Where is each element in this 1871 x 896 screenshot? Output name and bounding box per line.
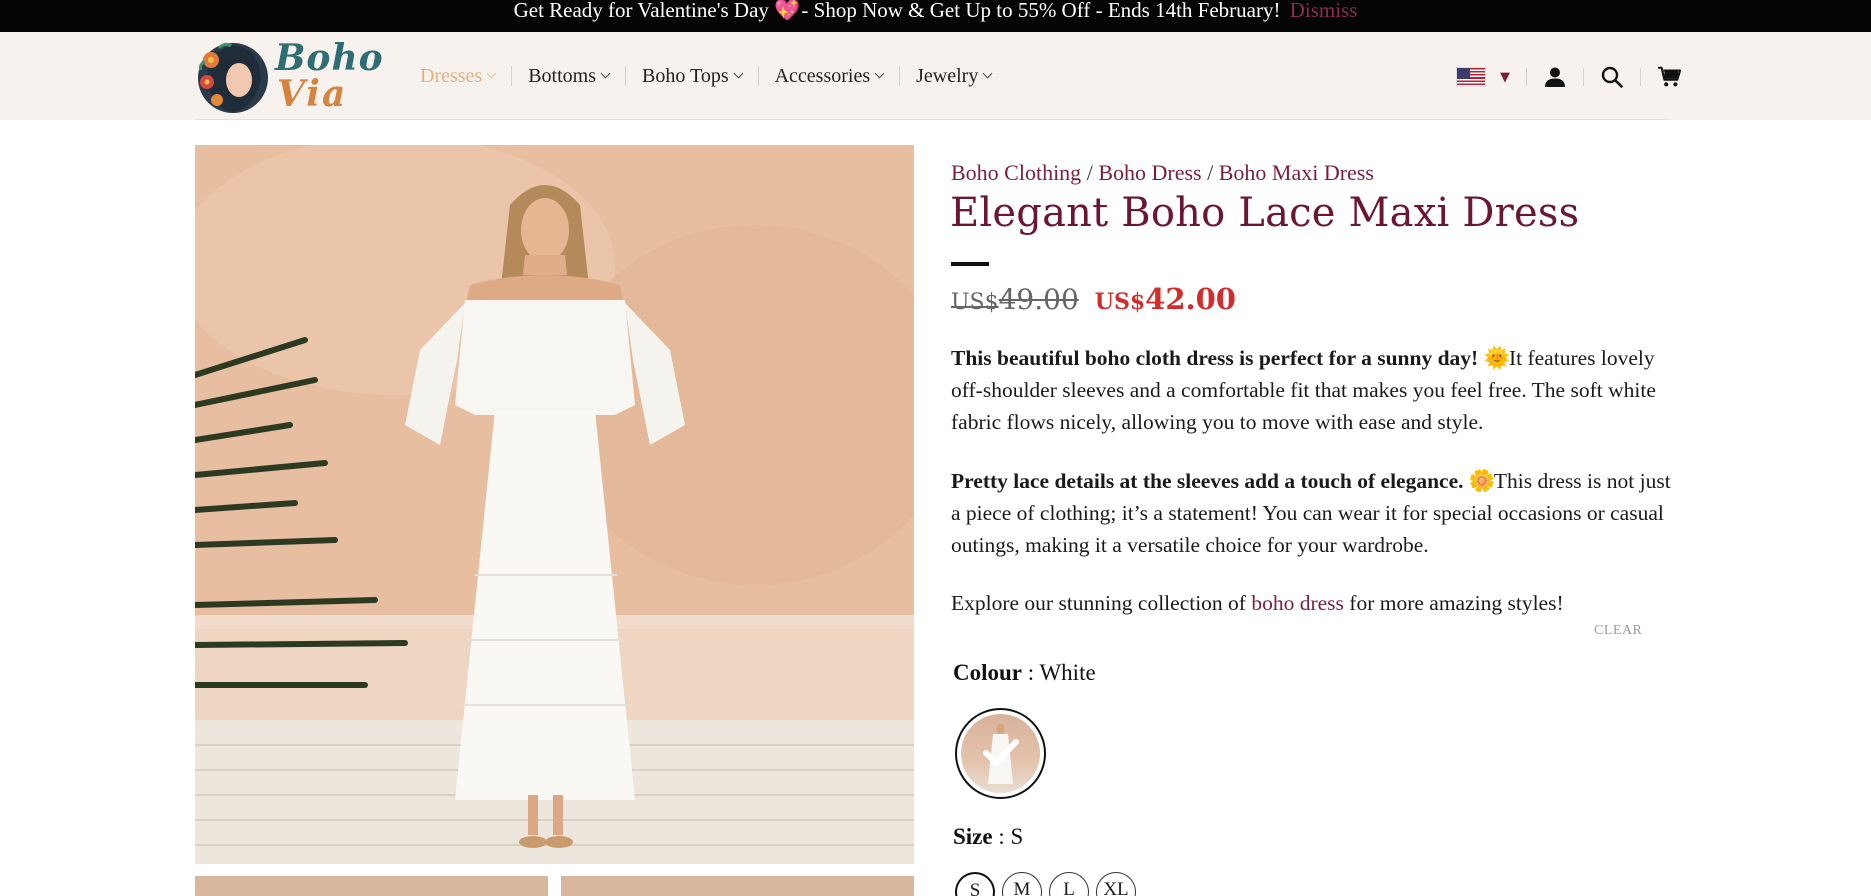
size-label: Size : S <box>953 824 1023 850</box>
size-option-s[interactable]: S <box>955 872 995 896</box>
description-text: Explore our stunning collection of <box>951 591 1252 615</box>
size-option-m[interactable]: M <box>1002 872 1042 896</box>
sale-price-amount: 42.00 <box>1145 282 1236 316</box>
clear-selection-link[interactable]: CLEAR <box>1594 623 1642 639</box>
breadcrumb-link-boho-maxi-dress[interactable]: Boho Maxi Dress <box>1219 160 1374 185</box>
sun-icon: 🌞 <box>1483 346 1511 370</box>
sale-price-currency: US$ <box>1094 289 1146 315</box>
nav-item-dresses[interactable]: Dresses <box>420 64 513 87</box>
original-price: US$49.00 <box>951 283 1079 316</box>
cart-icon[interactable] <box>1657 65 1681 89</box>
nav-item-bottoms[interactable]: Bottoms <box>528 64 627 87</box>
breadcrumb-link-boho-clothing[interactable]: Boho Clothing <box>951 160 1081 185</box>
header-actions: ▼ <box>1456 62 1681 92</box>
logo-text-via: Via <box>277 73 348 115</box>
heart-icon: 💖 <box>774 0 801 22</box>
nav-item-boho-tops[interactable]: Boho Tops <box>642 64 759 87</box>
breadcrumb-separator: / <box>1207 160 1214 185</box>
logo-text-boho: Boho <box>275 37 384 79</box>
nav-label: Jewelry <box>916 64 979 87</box>
colour-value: : White <box>1022 660 1096 685</box>
nav-item-jewelry[interactable]: Jewelry <box>916 64 1007 87</box>
header-divider <box>195 119 1671 120</box>
breadcrumb-separator: / <box>1086 160 1093 185</box>
announcement-bar: Get Ready for Valentine's Day 💖 - Shop N… <box>0 0 1871 32</box>
original-price-currency: US$ <box>951 290 999 315</box>
description-paragraph-2: Pretty lace details at the sleeves add a… <box>951 465 1671 561</box>
nav-label: Bottoms <box>528 64 597 87</box>
chevron-down-icon <box>874 68 885 79</box>
price-block: US$49.00 US$42.00 <box>951 282 1236 316</box>
description-text: for more amazing styles! <box>1343 591 1564 615</box>
us-flag-icon <box>1456 67 1486 87</box>
size-label-text: Size <box>953 824 993 849</box>
description-paragraph-1: This beautiful boho cloth dress is perfe… <box>951 342 1671 438</box>
colour-label: Colour : White <box>953 660 1096 686</box>
size-value: : S <box>992 824 1024 849</box>
chevron-down-icon <box>733 68 744 79</box>
site-logo[interactable]: Boho Via <box>195 38 383 116</box>
boho-dress-link[interactable]: boho dress <box>1251 591 1344 615</box>
sale-price: US$42.00 <box>1095 282 1236 316</box>
original-price-amount: 49.00 <box>998 283 1079 316</box>
logo-portrait-icon <box>198 42 268 113</box>
breadcrumb: Boho Clothing / Boho Dress / Boho Maxi D… <box>951 160 1374 186</box>
product-thumbnail[interactable] <box>195 876 548 896</box>
nav-label: Dresses <box>420 64 483 87</box>
announcement-text-end: - Shop Now & Get Up to 55% Off - Ends 14… <box>801 0 1281 22</box>
product-title: Elegant Boho Lace Maxi Dress <box>950 190 1580 236</box>
nav-label: Boho Tops <box>642 64 729 87</box>
checkmark-icon <box>983 739 1019 766</box>
description-highlight: This beautiful boho cloth dress is perfe… <box>951 346 1479 370</box>
divider <box>1640 68 1641 86</box>
colour-label-text: Colour <box>953 660 1022 685</box>
product-main-image[interactable] <box>195 145 914 864</box>
size-option-l[interactable]: L <box>1049 872 1089 896</box>
flower-icon: 🌼 <box>1468 469 1496 493</box>
currency-switcher[interactable]: ▼ <box>1456 67 1510 87</box>
caret-down-icon: ▼ <box>1500 69 1510 85</box>
main-nav: Dresses Bottoms Boho Tops Accessories Je… <box>420 64 1023 88</box>
divider <box>1583 68 1584 86</box>
divider <box>1526 68 1527 86</box>
account-icon[interactable] <box>1543 65 1567 89</box>
nav-label: Accessories <box>774 64 871 87</box>
chevron-down-icon <box>982 68 993 79</box>
colour-swatch-white[interactable] <box>955 708 1046 799</box>
announcement-text-start: Get Ready for Valentine's Day <box>513 0 769 22</box>
product-thumbnail[interactable] <box>561 876 914 896</box>
title-divider <box>951 262 989 266</box>
description-highlight: Pretty lace details at the sleeves add a… <box>951 469 1464 493</box>
nav-item-accessories[interactable]: Accessories <box>774 64 901 87</box>
size-option-xl[interactable]: XL <box>1096 872 1136 896</box>
swatch-image <box>961 714 1040 793</box>
search-icon[interactable] <box>1600 65 1624 89</box>
size-options: S M L XL <box>955 872 1143 896</box>
chevron-down-icon <box>600 68 611 79</box>
breadcrumb-link-boho-dress[interactable]: Boho Dress <box>1098 160 1201 185</box>
chevron-down-icon <box>486 68 497 79</box>
description-paragraph-3: Explore our stunning collection of boho … <box>951 587 1671 619</box>
dismiss-link[interactable]: Dismiss <box>1290 0 1358 22</box>
product-photo <box>195 145 914 864</box>
